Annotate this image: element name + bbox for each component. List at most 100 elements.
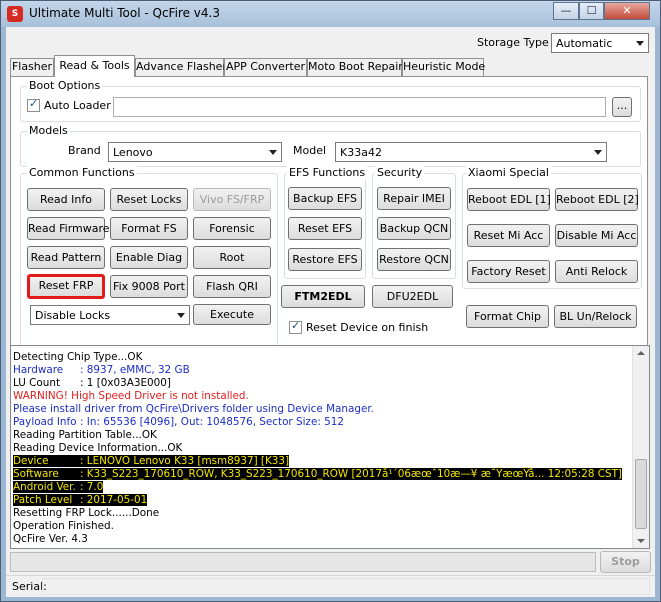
app-icon: S: [7, 6, 23, 22]
log-text: Please install driver from QcFire\Driver…: [13, 403, 374, 415]
log-key: Payload Info: [13, 416, 77, 428]
log-line: Resetting FRP Lock......Done: [13, 507, 633, 520]
restore-efs-button[interactable]: Restore EFS: [288, 248, 362, 271]
close-button[interactable]: ✕: [604, 2, 650, 20]
enable-diag-button[interactable]: Enable Diag: [110, 246, 188, 269]
read-firmware-button[interactable]: Read Firmware: [27, 217, 110, 240]
xiaomi-special-group: Xiaomi Special Reboot EDL [1] Reboot EDL…: [462, 166, 642, 289]
log-text: Detecting Chip Type...OK: [13, 351, 143, 363]
maximize-button[interactable]: ☐: [579, 2, 604, 20]
chevron-down-icon: [594, 150, 602, 155]
ftm2edl-button[interactable]: FTM2EDL: [281, 285, 365, 308]
reset-mi-acc-button[interactable]: Reset Mi Acc: [467, 224, 550, 247]
log-key: LU Count: [13, 377, 61, 389]
vivo-fs-frp-button[interactable]: Vivo FS/FRP: [193, 188, 271, 211]
storage-type-label: Storage Type: [477, 36, 549, 49]
xiaomi-special-title: Xiaomi Special: [466, 166, 551, 179]
tab-advance-flasher[interactable]: Advance Flasher: [135, 58, 227, 76]
reset-locks-button[interactable]: Reset Locks: [110, 188, 188, 211]
log-value: : LENOVO Lenovo K33 [msm8937] [K33]: [80, 455, 290, 467]
lock-mode-select[interactable]: Disable Locks: [30, 305, 190, 325]
log-line: Payload Info: In: 65536 [4096], Out: 104…: [13, 416, 633, 429]
model-value: K33a42: [340, 146, 382, 159]
log-line: Patch Level: 2017-05-01: [13, 494, 633, 507]
log-text: Reading Partition Table...OK: [13, 429, 157, 441]
format-fs-button[interactable]: Format FS: [110, 217, 188, 240]
common-functions-group: Common Functions Read Info Reset Locks V…: [20, 166, 278, 358]
scroll-up-icon[interactable]: [637, 351, 645, 355]
security-group: Security Repair IMEI Backup QCN Restore …: [372, 166, 456, 279]
backup-qcn-button[interactable]: Backup QCN: [377, 217, 451, 240]
efs-functions-title: EFS Functions: [287, 166, 368, 179]
lock-mode-value: Disable Locks: [35, 309, 111, 322]
reset-on-finish-checkbox[interactable]: [289, 319, 302, 334]
reset-on-finish-label: Reset Device on finish: [306, 321, 429, 334]
minimize-button[interactable]: —: [553, 2, 579, 20]
root-button[interactable]: Root: [193, 246, 271, 269]
dfu2edl-button[interactable]: DFU2EDL: [372, 285, 453, 308]
factory-reset-button[interactable]: Factory Reset: [467, 260, 550, 283]
tab-heuristic-mode[interactable]: Heuristic Mode: [402, 58, 485, 76]
execute-button[interactable]: Execute: [193, 304, 271, 325]
log-line: Hardware: 8937, eMMC, 32 GB: [13, 364, 633, 377]
reset-frp-button[interactable]: Reset FRP: [27, 274, 105, 299]
flash-qri-button[interactable]: Flash QRI: [193, 275, 271, 298]
loader-path-input[interactable]: [113, 97, 606, 117]
log-output[interactable]: Detecting Chip Type...OK Hardware: 8937, …: [10, 345, 650, 549]
log-line: Software: K33_S223_170610_ROW, K33_S223_…: [13, 468, 633, 481]
bl-unrelock-button[interactable]: BL Un/Relock: [554, 305, 637, 328]
log-key: Android Ver.: [13, 481, 76, 493]
log-text: QcFire Ver. 4.3: [13, 533, 88, 545]
client-area: Storage Type Automatic Flasher Read & To…: [6, 27, 655, 597]
auto-loader-checkbox[interactable]: [27, 97, 40, 112]
log-line: Operation Finished.: [13, 520, 633, 533]
serial-value: [42, 578, 650, 595]
model-select[interactable]: K33a42: [335, 142, 607, 162]
tab-flasher[interactable]: Flasher: [10, 58, 54, 76]
read-pattern-button[interactable]: Read Pattern: [27, 246, 105, 269]
stop-button[interactable]: Stop: [600, 551, 651, 573]
read-tools-panel: Boot Options Auto Loader ... Models Bran…: [10, 76, 648, 368]
repair-imei-button[interactable]: Repair IMEI: [377, 187, 451, 210]
auto-loader-label: Auto Loader: [44, 99, 111, 112]
format-chip-button[interactable]: Format Chip: [466, 305, 549, 328]
brand-select[interactable]: Lenovo: [108, 142, 282, 162]
browse-loader-button[interactable]: ...: [612, 97, 632, 117]
window-title: Ultimate Multi Tool - QcFire v4.3: [29, 6, 220, 20]
tab-app-converter[interactable]: APP Converter: [224, 58, 307, 76]
log-scrollbar[interactable]: [632, 346, 649, 548]
progress-bar: [10, 552, 596, 572]
log-value: : 7.0: [80, 481, 104, 493]
title-bar[interactable]: S Ultimate Multi Tool - QcFire v4.3 — ☐ …: [1, 1, 660, 27]
restore-qcn-button[interactable]: Restore QCN: [377, 248, 451, 271]
brand-value: Lenovo: [113, 146, 153, 159]
brand-label: Brand: [68, 144, 101, 157]
reset-efs-button[interactable]: Reset EFS: [288, 217, 362, 240]
log-line: QcFire Ver. 4.3: [13, 533, 633, 546]
forensic-button[interactable]: Forensic: [193, 217, 271, 240]
status-bar: Serial:: [6, 575, 655, 597]
backup-efs-button[interactable]: Backup EFS: [288, 187, 362, 210]
scroll-down-icon[interactable]: [637, 539, 645, 543]
tab-moto-boot-repair[interactable]: Moto Boot Repair: [307, 58, 403, 76]
reboot-edl-2-button[interactable]: Reboot EDL [2]: [555, 188, 639, 211]
log-lines: Detecting Chip Type...OK Hardware: 8937, …: [13, 351, 633, 546]
fix-9008-port-button[interactable]: Fix 9008 Port: [110, 275, 188, 298]
chevron-down-icon: [636, 41, 644, 46]
reboot-edl-1-button[interactable]: Reboot EDL [1]: [467, 188, 551, 211]
tab-read-tools[interactable]: Read & Tools: [54, 55, 135, 77]
log-key: Patch Level: [13, 494, 73, 506]
anti-relock-button[interactable]: Anti Relock: [555, 260, 638, 283]
disable-mi-acc-button[interactable]: Disable Mi Acc: [555, 224, 638, 247]
storage-type-value: Automatic: [556, 37, 613, 50]
log-line: Android Ver. : 7.0: [13, 481, 633, 494]
log-value: : In: 65536 [4096], Out: 1048576, Sector…: [80, 416, 344, 428]
read-info-button[interactable]: Read Info: [27, 188, 105, 211]
log-text: Reading Device Information...OK: [13, 442, 183, 454]
scrollbar-thumb[interactable]: [635, 459, 647, 529]
log-line: Reading Device Information...OK: [13, 442, 633, 455]
log-value: : 8937, eMMC, 32 GB: [80, 364, 190, 376]
storage-type-select[interactable]: Automatic: [551, 33, 649, 53]
security-title: Security: [375, 166, 425, 179]
boot-options-group: Boot Options Auto Loader ...: [20, 79, 641, 122]
